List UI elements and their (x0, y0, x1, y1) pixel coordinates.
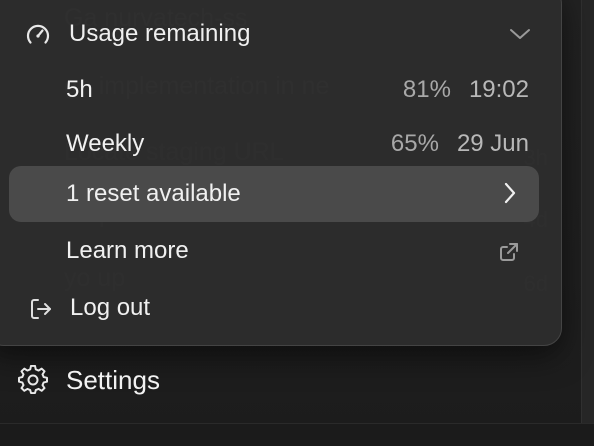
usage-label: Weekly (66, 130, 145, 157)
usage-label: 5h (66, 76, 93, 103)
settings-button[interactable]: Settings (18, 352, 160, 408)
external-link-icon (497, 240, 521, 264)
gauge-icon (25, 22, 51, 48)
usage-reset-time: 29 Jun (456, 130, 529, 157)
settings-label: Settings (66, 364, 160, 395)
learn-more-label: Learn more (66, 237, 189, 264)
usage-values: 65% 29 Jun (391, 130, 529, 158)
usage-values: 81% 19:02 (403, 76, 529, 104)
usage-percent: 65% (390, 130, 439, 157)
account-menu: Usage remaining 5h 81% 19:02 Weekly 65% … (0, 0, 562, 346)
app-window: Ga nurvatech-ssgn implementation in neLo… (0, 0, 594, 446)
gear-icon (18, 365, 48, 395)
usage-row-5h: 5h 81% 19:02 (0, 63, 561, 117)
bottom-strip (0, 423, 594, 446)
usage-header-label: Usage remaining (69, 20, 251, 47)
log-out-icon (29, 297, 53, 321)
chevron-right-icon (503, 182, 517, 204)
usage-percent: 81% (402, 76, 451, 103)
usage-reset-time: 19:02 (468, 76, 529, 103)
chevron-down-icon[interactable] (509, 27, 531, 41)
usage-row-weekly: Weekly 65% 29 Jun (0, 117, 561, 171)
window-edge (581, 0, 594, 446)
usage-header[interactable]: Usage remaining (0, 7, 561, 61)
learn-more-item[interactable]: Learn more (0, 224, 561, 278)
reset-available-label: 1 reset available (66, 180, 241, 207)
log-out-label: Log out (70, 294, 151, 321)
log-out-item[interactable]: Log out (0, 281, 561, 335)
reset-available-item[interactable]: 1 reset available (9, 166, 539, 222)
